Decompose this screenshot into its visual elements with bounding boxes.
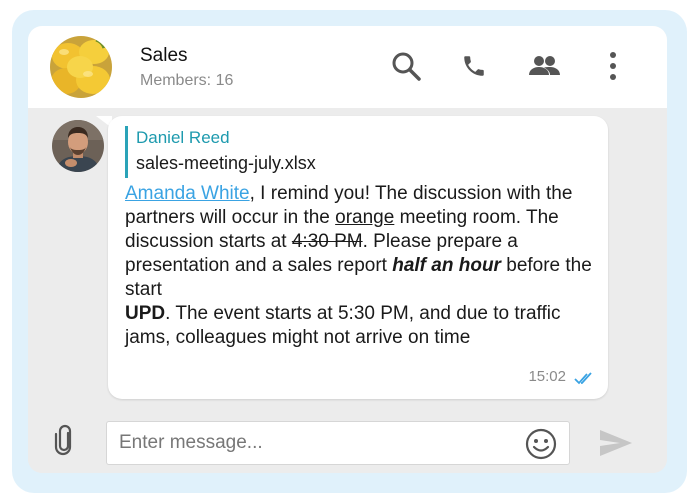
reply-file-name: sales-meeting-july.xlsx — [136, 153, 316, 173]
phone-icon[interactable] — [454, 46, 494, 86]
read-ticks-icon — [574, 371, 594, 385]
reply-author: Daniel Reed — [136, 128, 230, 147]
members-count: Members: 16 — [140, 72, 234, 89]
search-icon[interactable] — [386, 46, 426, 86]
attach-icon[interactable] — [52, 424, 76, 456]
message-input-box[interactable] — [106, 421, 570, 465]
chat-avatar[interactable] — [50, 36, 112, 98]
members-icon[interactable] — [524, 46, 564, 86]
message-input[interactable] — [119, 422, 509, 464]
emphasized-text: half an hour — [392, 255, 501, 276]
more-vert-icon[interactable] — [593, 46, 633, 86]
upd-label: UPD — [125, 303, 166, 324]
message-text: Amanda White, I remind you! The discussi… — [125, 182, 600, 350]
message-time: 15:02 — [528, 368, 566, 385]
upd-text: . The event starts at 5:30 PM, and due t… — [125, 303, 561, 348]
chat-title: Sales — [140, 45, 188, 66]
message-bubble[interactable]: Daniel Reed sales-meeting-july.xlsx Aman… — [108, 116, 608, 399]
reply-quote[interactable]: Daniel Reed sales-meeting-july.xlsx — [125, 126, 316, 178]
messages-area: Daniel Reed sales-meeting-july.xlsx Aman… — [28, 108, 667, 408]
message-composer — [28, 408, 667, 473]
strikethrough-text: 4:30 PM — [291, 231, 363, 252]
emoji-icon[interactable] — [525, 428, 557, 460]
chat-header: Sales Members: 16 — [28, 26, 667, 108]
underlined-text: orange — [335, 207, 395, 228]
send-icon[interactable] — [598, 428, 634, 458]
chat-window: Sales Members: 16 Daniel Reed sales-meet… — [28, 26, 667, 473]
mention-link[interactable]: Amanda White — [125, 183, 250, 204]
